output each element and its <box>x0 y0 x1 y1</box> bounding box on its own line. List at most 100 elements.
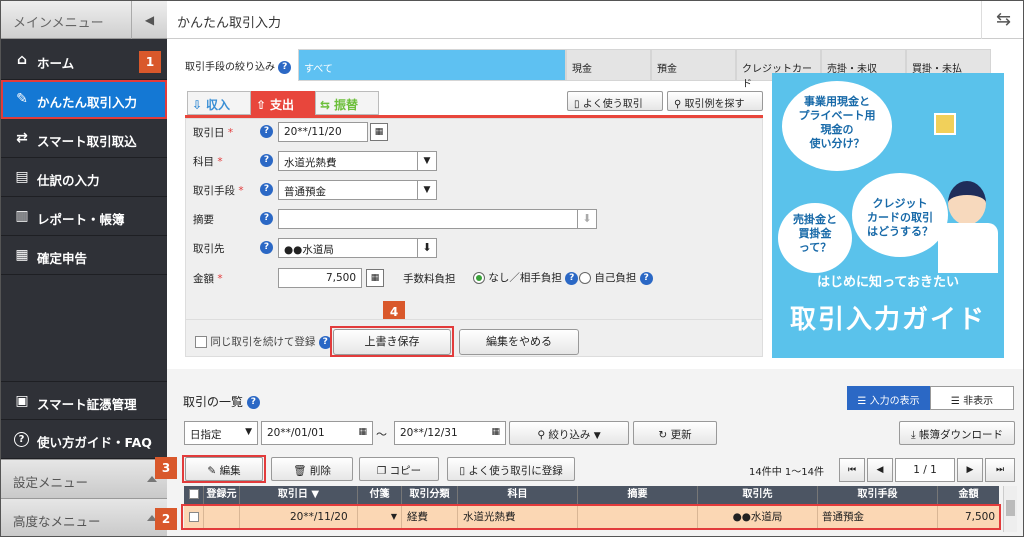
first-page-icon[interactable]: ⏮ <box>839 458 865 482</box>
filter-tab-cash[interactable]: 現金 <box>566 49 651 81</box>
prev-page-icon[interactable]: ◀ <box>867 458 893 482</box>
account-label: 科目 * <box>193 156 223 168</box>
fee-option-none[interactable]: なし／相手負担 ? <box>473 270 579 285</box>
help-icon[interactable]: ? <box>278 60 292 74</box>
filter-tab-deposit[interactable]: 預金 <box>651 49 736 81</box>
callout-1: 1 <box>139 51 161 73</box>
amount-input[interactable]: 7,500 <box>278 268 362 288</box>
sidebar-item-smart-receipts[interactable]: ▣ スマート証憑管理 <box>1 381 167 420</box>
arrow-down-icon[interactable]: ⬇ <box>417 238 437 258</box>
frequent-transactions-button[interactable]: ▯ よく使う取引 <box>567 91 663 111</box>
settings-menu-button[interactable]: 設定メニュー <box>1 459 167 498</box>
main-menu-title: メインメニュー <box>13 16 104 31</box>
advanced-menu-button[interactable]: 高度なメニュー <box>1 498 167 536</box>
collapse-icon[interactable]: ◀ <box>131 1 167 39</box>
delete-button[interactable]: 🗑 削除 <box>271 457 353 481</box>
tab-expense[interactable]: ⇧ 支出 <box>251 91 315 115</box>
sidebar-item-easy-entry[interactable]: ✎ かんたん取引入力 <box>1 80 167 119</box>
copy-icon: ❐ <box>376 465 387 477</box>
person-illustration <box>948 181 986 225</box>
partner-input[interactable]: ●●水道局 <box>278 238 418 258</box>
last-page-icon[interactable]: ⏭ <box>985 458 1015 482</box>
period-select[interactable]: 日指定 ▼ <box>184 421 258 445</box>
scrollbar[interactable] <box>1003 486 1017 532</box>
refresh-icon: ↻ <box>658 429 668 441</box>
arrow-down-icon[interactable]: ⬇ <box>577 209 597 229</box>
expense-icon: ⇧ <box>255 98 267 112</box>
table-header: 登録元 取引日 ▼ 付箋 取引分類 科目 摘要 取引先 取引手段 金額 <box>184 486 999 504</box>
calculator-icon[interactable]: ▦ <box>366 269 384 287</box>
filter-button[interactable]: ⚲ 絞り込み ▼ <box>509 421 629 445</box>
tab-transfer[interactable]: ⇆ 振替 <box>315 91 379 115</box>
callout-3: 3 <box>155 457 177 479</box>
sidebar-item-reports[interactable]: ▥ レポート・帳簿 <box>1 197 167 236</box>
cancel-edit-button[interactable]: 編集をやめる <box>459 329 579 355</box>
banner-title: 取引入力ガイド <box>789 305 986 335</box>
date-to-input[interactable]: 20**/12/31 ▦ <box>394 421 506 445</box>
view-input-toggle[interactable]: ☰ 入力の表示 <box>847 386 930 410</box>
memo-input[interactable] <box>278 209 578 229</box>
guide-banner[interactable]: 事業用現金と プライベート用 現金の 使い分け？ クレジット カードの取引 はど… <box>772 73 1004 358</box>
page-indicator[interactable]: 1 / 1 <box>895 458 955 482</box>
chevron-down-icon: ▼ <box>245 427 252 437</box>
chevron-down-icon[interactable]: ▼ <box>417 151 437 171</box>
method-select[interactable]: 普通預金 <box>278 180 418 200</box>
copy-button[interactable]: ❐ コピー <box>359 457 439 481</box>
question-icon: ? <box>14 432 29 447</box>
search-examples-button[interactable]: ⚲ 取引例を探す <box>667 91 763 111</box>
journal-icon: ▤ <box>15 169 29 185</box>
sidebar-item-smart-import[interactable]: ⇄ スマート取引取込 <box>1 119 167 158</box>
swap-icon[interactable]: ⇆ <box>981 1 1023 39</box>
sidebar: メインメニュー ◀ ⌂ ホーム ✎ かんたん取引入力 ⇄ スマート取引取込 ▤ … <box>1 1 167 536</box>
sidebar-item-journal[interactable]: ▤ 仕訳の入力 <box>1 158 167 197</box>
amount-label: 金額 * <box>193 273 223 285</box>
tab-income[interactable]: ⇩ 収入 <box>187 91 251 115</box>
help-icon[interactable]: ? <box>260 154 273 167</box>
save-button[interactable]: 上書き保存 <box>333 329 451 355</box>
fee-option-self[interactable]: 自己負担 ? <box>579 270 653 285</box>
range-tilde: ～ <box>376 428 387 441</box>
search-icon: ⚲ <box>537 429 546 441</box>
help-icon[interactable]: ? <box>260 212 273 225</box>
download-ledger-button[interactable]: ⤓ 帳簿ダウンロード <box>899 421 1015 445</box>
date-from-input[interactable]: 20**/01/01 ▦ <box>261 421 373 445</box>
help-icon[interactable]: ? <box>260 241 273 254</box>
sort-date-header[interactable]: 取引日 ▼ <box>240 486 358 504</box>
next-page-icon[interactable]: ▶ <box>957 458 983 482</box>
date-label: 取引日 * <box>193 127 234 139</box>
home-icon: ⌂ <box>16 52 28 68</box>
banner-subtitle: はじめに知っておきたい <box>817 275 959 290</box>
help-icon[interactable]: ? <box>260 183 273 196</box>
help-icon[interactable]: ? <box>565 271 579 285</box>
help-icon[interactable]: ? <box>246 396 260 409</box>
view-hide-toggle[interactable]: ☰ 非表示 <box>930 386 1014 410</box>
partner-label: 取引先 <box>193 243 225 255</box>
page-title: かんたん取引入力 <box>177 16 282 31</box>
help-icon[interactable]: ? <box>260 125 273 138</box>
edit-button[interactable]: ✎ 編集 <box>185 457 263 481</box>
import-icon: ⇄ <box>16 130 28 146</box>
help-icon[interactable]: ? <box>639 271 653 285</box>
highlight-row <box>181 504 1001 530</box>
main-content: かんたん取引入力 ⇆ 取引手段の絞り込み ? すべて 現金 預金 クレジットカー… <box>155 1 1023 536</box>
income-icon: ⇩ <box>191 98 203 112</box>
memo-label: 摘要 <box>193 214 214 226</box>
trash-icon: 🗑 <box>293 465 307 477</box>
account-select[interactable]: 水道光熱費 <box>278 151 418 171</box>
bubble-credit: クレジット カードの取引 はどうする？ <box>852 173 948 257</box>
date-input[interactable]: 20**/11/20 <box>278 122 368 142</box>
sidebar-item-tax-return[interactable]: ▦ 確定申告 <box>1 236 167 275</box>
sidebar-item-guide-faq[interactable]: ? 使い方ガイド・FAQ <box>1 420 167 459</box>
document-icon: ▣ <box>15 393 29 409</box>
refresh-button[interactable]: ↻ 更新 <box>633 421 717 445</box>
list-icon: ☰ <box>857 396 867 407</box>
calendar-icon[interactable]: ▦ <box>370 123 388 141</box>
continue-checkbox[interactable]: 同じ取引を続けて登録 ? <box>195 334 332 349</box>
calculator-illustration <box>934 113 956 135</box>
select-all-checkbox[interactable] <box>184 486 204 504</box>
register-frequent-button[interactable]: ▯ よく使う取引に登録 <box>447 457 575 481</box>
chevron-down-icon[interactable]: ▼ <box>417 180 437 200</box>
pencil-icon: ✎ <box>16 91 28 107</box>
pencil-icon: ✎ <box>207 465 217 477</box>
filter-tab-all[interactable]: すべて <box>298 49 566 81</box>
